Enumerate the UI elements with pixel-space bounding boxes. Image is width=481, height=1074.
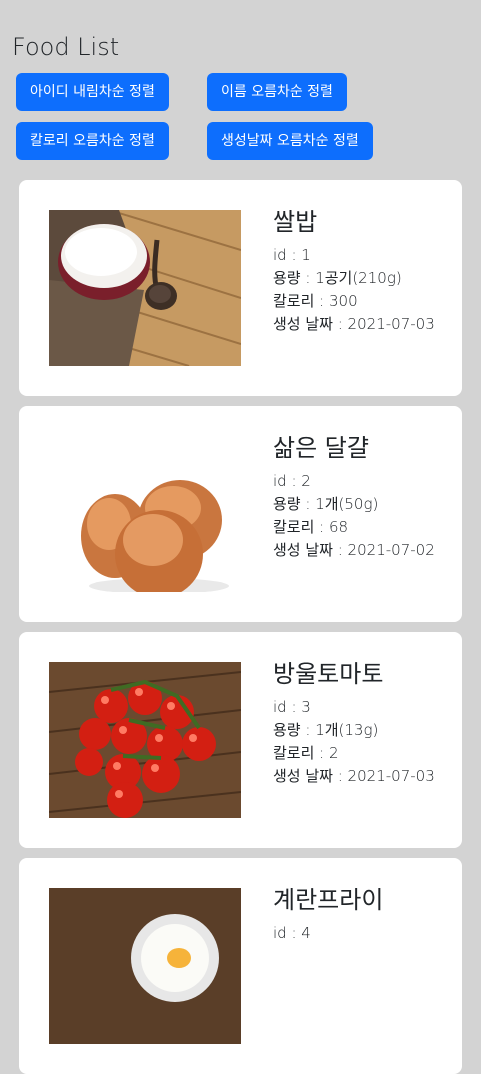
food-card: 방울토마토 id : 3 용량 : 1개(13g) 칼로리 : 2 생성 날짜 … (19, 632, 462, 848)
food-amount: 용량 : 1개(13g) (273, 721, 379, 739)
food-name: 쌀밥 (273, 208, 318, 236)
food-calories: 칼로리 : 68 (273, 518, 349, 536)
food-calories: 칼로리 : 300 (273, 292, 358, 310)
food-created-date: 생성 날짜 : 2021-07-02 (273, 541, 435, 559)
food-card: 쌀밥 id : 1 용량 : 1공기(210g) 칼로리 : 300 생성 날짜… (19, 180, 462, 396)
food-name: 삶은 달걀 (273, 434, 369, 462)
food-name: 계란프라이 (273, 886, 384, 914)
food-card: 계란프라이 id : 4 (19, 858, 462, 1074)
food-created-date: 생성 날짜 : 2021-07-03 (273, 315, 435, 333)
food-name: 방울토마토 (273, 660, 384, 688)
food-id: id : 4 (273, 924, 311, 942)
fried-egg-image (49, 888, 241, 1044)
sort-id-desc-button[interactable]: 아이디 내림차순 정렬 (16, 73, 169, 111)
page-title: Food List (12, 33, 120, 61)
food-amount: 용량 : 1개(50g) (273, 495, 379, 513)
sort-date-asc-button[interactable]: 생성날짜 오름차순 정렬 (207, 122, 373, 160)
rice-bowl-image (49, 210, 241, 366)
food-card: 삶은 달걀 id : 2 용량 : 1개(50g) 칼로리 : 68 생성 날짜… (19, 406, 462, 622)
sort-name-asc-button[interactable]: 이름 오름차순 정렬 (207, 73, 347, 111)
food-id: id : 3 (273, 698, 311, 716)
cherry-tomatoes-image (49, 662, 241, 818)
boiled-eggs-image (49, 436, 241, 592)
food-created-date: 생성 날짜 : 2021-07-03 (273, 767, 435, 785)
food-id: id : 1 (273, 246, 311, 264)
sort-calorie-asc-button[interactable]: 칼로리 오름차순 정렬 (16, 122, 169, 160)
food-calories: 칼로리 : 2 (273, 744, 339, 762)
food-amount: 용량 : 1공기(210g) (273, 269, 402, 287)
food-id: id : 2 (273, 472, 311, 490)
